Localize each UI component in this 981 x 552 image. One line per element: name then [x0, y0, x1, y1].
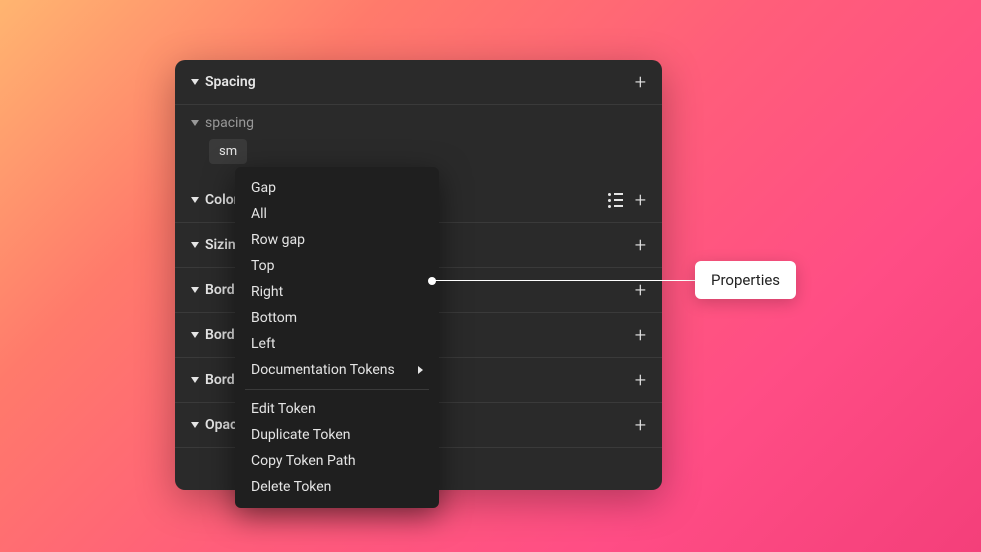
menu-label: Row gap [251, 232, 305, 248]
menu-label: Delete Token [251, 479, 331, 495]
menu-item-right[interactable]: Right [235, 279, 439, 305]
callout-dot [428, 277, 436, 285]
chevron-down-icon [191, 197, 199, 203]
chevron-down-icon [191, 120, 199, 126]
add-icon[interactable]: + [635, 72, 646, 92]
menu-label: Top [251, 258, 275, 274]
menu-divider [245, 389, 429, 390]
chevron-down-icon [191, 377, 199, 383]
context-menu: Gap All Row gap Top Right Bottom Left Do… [235, 167, 439, 508]
add-icon[interactable]: + [635, 280, 646, 300]
menu-item-bottom[interactable]: Bottom [235, 305, 439, 331]
menu-item-docs[interactable]: Documentation Tokens [235, 357, 439, 383]
spacing-group[interactable]: spacing [175, 105, 662, 135]
chevron-down-icon [191, 79, 199, 85]
chevron-right-icon [418, 366, 423, 374]
menu-label: Right [251, 284, 283, 300]
chevron-down-icon [191, 287, 199, 293]
chevron-down-icon [191, 422, 199, 428]
menu-item-gap[interactable]: Gap [235, 175, 439, 201]
menu-item-all[interactable]: All [235, 201, 439, 227]
add-icon[interactable]: + [635, 325, 646, 345]
section-title: Spacing [205, 74, 256, 90]
menu-label: Documentation Tokens [251, 362, 395, 378]
callout-label: Properties [695, 261, 796, 299]
add-icon[interactable]: + [635, 235, 646, 255]
add-icon[interactable]: + [635, 190, 646, 210]
menu-item-rowgap[interactable]: Row gap [235, 227, 439, 253]
section-spacing[interactable]: Spacing + [175, 60, 662, 105]
list-view-icon[interactable] [608, 193, 623, 208]
menu-label: Copy Token Path [251, 453, 356, 469]
section-title: Color [205, 192, 239, 208]
add-icon[interactable]: + [635, 370, 646, 390]
group-title: spacing [205, 115, 254, 131]
menu-item-left[interactable]: Left [235, 331, 439, 357]
menu-item-copypath[interactable]: Copy Token Path [235, 448, 439, 474]
add-icon[interactable]: + [635, 415, 646, 435]
chevron-down-icon [191, 332, 199, 338]
menu-item-duplicate[interactable]: Duplicate Token [235, 422, 439, 448]
menu-label: Edit Token [251, 401, 316, 417]
menu-label: All [251, 206, 267, 222]
menu-item-edit[interactable]: Edit Token [235, 396, 439, 422]
chevron-down-icon [191, 242, 199, 248]
menu-item-delete[interactable]: Delete Token [235, 474, 439, 500]
menu-label: Duplicate Token [251, 427, 351, 443]
token-chip-sm[interactable]: sm [209, 139, 247, 164]
menu-item-top[interactable]: Top [235, 253, 439, 279]
menu-label: Gap [251, 180, 276, 196]
menu-label: Bottom [251, 310, 297, 326]
callout-line [432, 280, 698, 281]
menu-label: Left [251, 336, 275, 352]
